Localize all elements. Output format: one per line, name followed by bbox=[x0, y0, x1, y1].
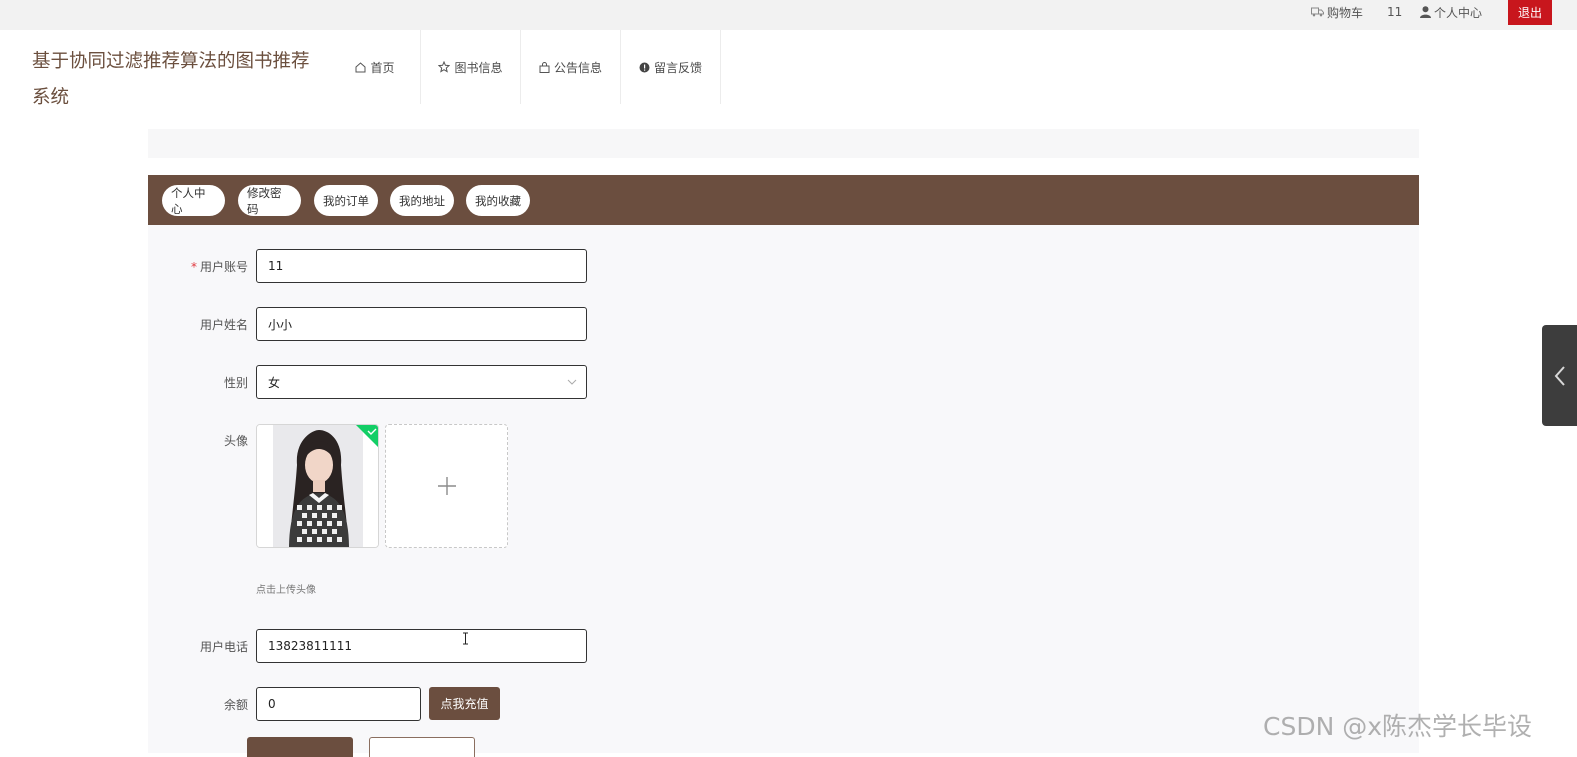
profile-tab-strip: 个人中心 修改密码 我的订单 我的地址 我的收藏 bbox=[148, 175, 1419, 225]
avatar-upload-button[interactable] bbox=[385, 424, 508, 548]
nav-item-feedback[interactable]: 留言反馈 bbox=[621, 30, 721, 104]
recharge-button[interactable]: 点我充值 bbox=[429, 687, 500, 720]
name-label: 用户姓名 bbox=[199, 318, 248, 332]
gender-value: 女 bbox=[268, 375, 281, 390]
chevron-down-icon bbox=[567, 379, 577, 385]
cart-link[interactable]: 购物车 bbox=[1311, 0, 1363, 24]
tab-my-favorites[interactable]: 我的收藏 bbox=[466, 185, 530, 216]
text-cursor bbox=[462, 632, 469, 649]
account-input[interactable]: 11 bbox=[256, 249, 587, 283]
tab-profile[interactable]: 个人中心 bbox=[162, 185, 225, 216]
name-input[interactable]: 小小 bbox=[256, 307, 587, 341]
gender-select[interactable]: 女 bbox=[256, 365, 587, 399]
balance-input[interactable]: 0 bbox=[256, 687, 421, 721]
tab-my-orders[interactable]: 我的订单 bbox=[314, 185, 378, 216]
bag-icon bbox=[539, 61, 550, 73]
nav-item-home[interactable]: 首页 bbox=[330, 30, 421, 104]
username-text: 11 bbox=[1387, 5, 1403, 19]
save-button[interactable] bbox=[247, 737, 353, 757]
message-icon bbox=[639, 62, 650, 72]
avatar-thumbnail[interactable] bbox=[256, 424, 379, 548]
star-icon bbox=[438, 61, 451, 73]
watermark-text: CSDN @x陈杰学长毕设 bbox=[1263, 712, 1533, 741]
top-utility-bar: 购物车 11 个人中心 退出 bbox=[0, 0, 1577, 30]
gender-label: 性别 bbox=[223, 376, 248, 390]
account-label: * 用户账号 bbox=[190, 260, 248, 274]
balance-label: 余额 bbox=[223, 698, 248, 712]
chevron-left-icon bbox=[1554, 365, 1565, 386]
main-nav: 首页 图书信息 公告信息 留言反馈 bbox=[330, 30, 721, 104]
site-title: 基于协同过滤推荐算法的图书推荐系统 bbox=[32, 51, 310, 108]
content-header-bar bbox=[148, 129, 1419, 158]
cart-label: 购物车 bbox=[1327, 5, 1364, 20]
profile-link[interactable]: 个人中心 bbox=[1420, 0, 1482, 24]
nav-label-feedback: 留言反馈 bbox=[653, 60, 702, 75]
phone-input[interactable]: 13823811111 bbox=[256, 629, 587, 663]
profile-label: 个人中心 bbox=[1434, 5, 1483, 20]
phone-label: 用户电话 bbox=[199, 640, 248, 654]
nav-label-home: 首页 bbox=[370, 60, 395, 75]
required-mark: * bbox=[190, 260, 197, 274]
truck-icon bbox=[1311, 7, 1324, 17]
logout-secondary-button[interactable] bbox=[369, 737, 475, 757]
nav-label-books: 图书信息 bbox=[454, 60, 503, 75]
profile-form: * 用户账号 11 用户姓名 小小 性别 女 头像 点击上传头像 用户电话 13… bbox=[148, 225, 1419, 757]
plus-icon bbox=[437, 477, 456, 495]
nav-item-books[interactable]: 图书信息 bbox=[421, 30, 521, 104]
tab-my-address[interactable]: 我的地址 bbox=[390, 185, 454, 216]
avatar-upload-hint: 点击上传头像 bbox=[256, 585, 316, 596]
avatar-photo bbox=[257, 425, 378, 547]
nav-label-notices: 公告信息 bbox=[553, 60, 602, 75]
tab-change-password[interactable]: 修改密码 bbox=[238, 185, 301, 216]
logout-button[interactable]: 退出 bbox=[1508, 0, 1552, 25]
side-panel-toggle[interactable] bbox=[1542, 325, 1577, 426]
avatar-label: 头像 bbox=[223, 434, 248, 448]
home-icon bbox=[355, 61, 366, 72]
user-icon bbox=[1420, 6, 1431, 18]
nav-item-notices[interactable]: 公告信息 bbox=[521, 30, 621, 104]
